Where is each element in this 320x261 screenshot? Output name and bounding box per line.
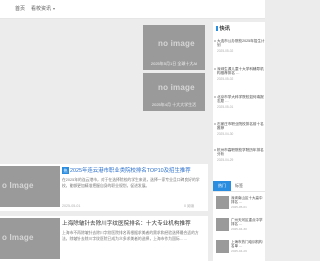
article-title[interactable]: 上海除皱针去除川字纹医院排名：十大专业机构推荐 (62, 221, 204, 228)
tab-hot[interactable]: 热门 (213, 181, 231, 191)
article-thumbnail[interactable]: o Image (0, 166, 60, 207)
news-item-title: 石家庄市职业院校排名前十名推荐 (217, 122, 264, 131)
article-card[interactable]: o Image 上海除皱针去除川字纹医院排名：十大专业机构推荐 上海市不再除皱针… (0, 216, 208, 261)
image-placeholder-text: no image (158, 83, 195, 92)
hot-item[interactable]: 上海市热门培训机构名单 … 2025-04-29 (231, 240, 265, 253)
news-item-date: 2025-05-02 (217, 76, 234, 81)
hot-item-thumbnail[interactable] (216, 196, 229, 209)
news-item[interactable]: 杭州市高职院校学院历年排名分析 2025-04-29 (214, 148, 265, 162)
sidebar-tabs: 热门 标签 (213, 181, 265, 192)
hot-item-thumbnail[interactable] (216, 218, 229, 231)
article-excerpt: 在2025年的连云港市，对于在选择院校的学生来说，选择一家专业且口碑良好的学校，… (62, 178, 200, 188)
top-navigation-bar: 首页 看校资讯 (0, 0, 265, 19)
news-item-title: 北京市学大科学院校如何填报志愿 … (217, 95, 264, 104)
feature-image-caption: 2025年4月 十大大学生活 (151, 102, 197, 107)
hot-badge: 热 (62, 167, 69, 174)
hot-item-date: 2025-04-29 (231, 248, 247, 253)
bullet-icon (214, 68, 216, 70)
article-thumbnail[interactable]: o Image (0, 218, 60, 259)
nav-school-label: 看校资讯 (31, 6, 52, 12)
hot-item-date: 2025-04-30 (231, 226, 247, 231)
news-item-title: 深圳生源儿童十大学科辅导机构推荐排名 … (217, 67, 264, 76)
image-placeholder-text: o Image (2, 181, 34, 190)
image-placeholder-text: o Image (2, 233, 34, 242)
hot-item-thumbnail[interactable] (216, 240, 229, 253)
chevron-down-icon (52, 7, 55, 10)
news-item-title: 大连市公办院校2025年招生计划 (217, 39, 265, 48)
news-item-date: 2025-05-02 (217, 48, 234, 53)
bullet-icon (214, 149, 216, 151)
article-excerpt: 上海市不再除皱针去除川字纹医院排名再根据求美者的需求和经验选择最合适的方法，除皱… (62, 231, 199, 241)
news-item[interactable]: 深圳生源儿童十大学科辅导机构推荐排名 … 2025-05-02 (214, 67, 265, 81)
feature-image-caption: 2025年5月1日 全球十大AI (150, 61, 198, 66)
news-item[interactable]: 大连市公办院校2025年招生计划 2025-05-02 (214, 39, 265, 53)
news-item-date: 2025-05-01 (217, 104, 234, 109)
article-date: 2025-05-01 (62, 204, 81, 208)
news-item[interactable]: 北京市学大科学院校如何填报志愿 … 2025-05-01 (214, 95, 265, 109)
article-title[interactable]: 热 2025年连云港市职业类院校排名TOP10及招生推荐 (62, 167, 204, 175)
bullet-icon (214, 96, 216, 98)
news-item[interactable]: 石家庄市职业院校排名前十名推荐 2025-04-30 (214, 122, 265, 136)
heading-accent-bar (216, 25, 218, 31)
news-item-date: 2025-04-30 (217, 131, 234, 136)
article-card[interactable]: o Image 热 2025年连云港市职业类院校排名TOP10及招生推荐 在202… (0, 164, 208, 211)
hot-item-title: 上海市热门培训机构名单 … (231, 240, 263, 249)
feature-image-2[interactable]: no image 2025年4月 十大大学生活 (143, 73, 205, 111)
feature-image-1[interactable]: no image 2025年5月1日 全球十大AI (143, 25, 205, 70)
article-views: 0 阅读 (184, 204, 195, 208)
news-item-date: 2025-04-29 (217, 157, 234, 162)
hot-item[interactable]: 深圳南山区十大高中排名 … 2025-05-01 (231, 196, 265, 209)
image-placeholder-text: no image (158, 39, 195, 48)
tab-tags[interactable]: 标签 (235, 181, 243, 191)
nav-school-dropdown[interactable]: 看校资讯 (31, 5, 55, 12)
sidebar-heading-label: 快讯 (219, 26, 230, 32)
nav-home-link[interactable]: 首页 (15, 5, 25, 12)
hot-item[interactable]: 广州天河区重点中学排名 … 2025-04-30 (231, 218, 265, 231)
hot-item-title: 深圳南山区十大高中排名 … (231, 196, 263, 205)
bullet-icon (214, 40, 216, 42)
article-title-text: 2025年连云港市职业类院校排名TOP10及招生推荐 (70, 168, 191, 174)
hot-item-title: 广州天河区重点中学排名 … (231, 218, 263, 227)
news-item-title: 杭州市高职院校学院历年排名分析 (217, 148, 264, 157)
hot-item-date: 2025-05-01 (231, 204, 247, 209)
bullet-icon (214, 123, 216, 125)
sidebar-heading: 快讯 (216, 25, 230, 32)
